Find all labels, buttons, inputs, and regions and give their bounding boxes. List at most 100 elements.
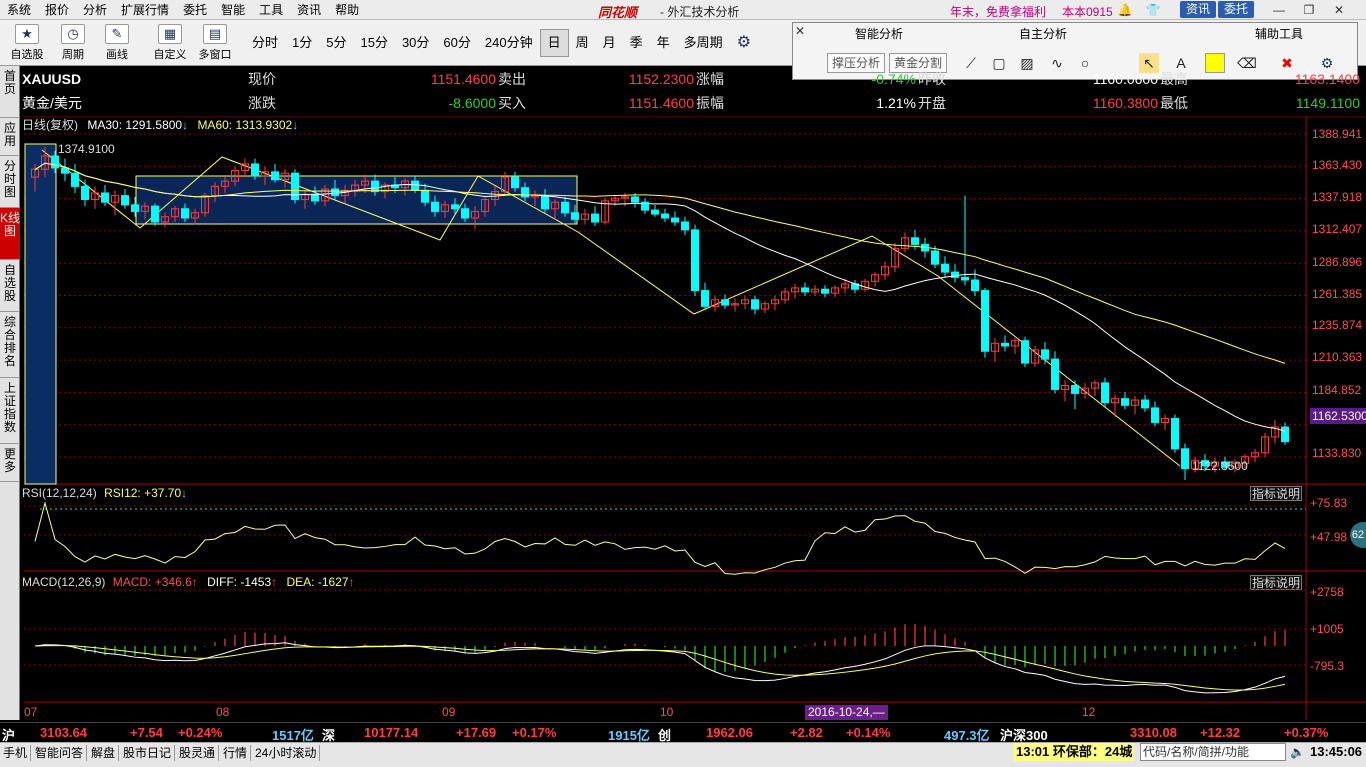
- legend-ma60: MA60: 1313.9302: [197, 118, 293, 132]
- tab-home-label: 首页: [3, 69, 16, 96]
- custom-icon: ▦: [158, 24, 182, 44]
- status-rolling[interactable]: 24小时滚动: [252, 745, 321, 761]
- trade-button[interactable]: 委托: [1218, 1, 1255, 18]
- draw-tool[interactable]: ✎ 画线: [98, 24, 136, 62]
- menu-order[interactable]: 委托: [176, 0, 214, 20]
- rsi-line: [34, 501, 1286, 575]
- candle-up: [281, 172, 289, 181]
- candle-down: [821, 288, 829, 294]
- period-year[interactable]: 年: [650, 30, 677, 56]
- candle-up: [811, 288, 819, 293]
- candle-down: [661, 213, 669, 219]
- period-quarter[interactable]: 季: [623, 30, 650, 56]
- status-qa[interactable]: 智能问答: [32, 745, 88, 761]
- panel-close-icon[interactable]: ✕: [793, 23, 807, 39]
- sh-pct: +0.24%: [178, 725, 223, 740]
- period-week[interactable]: 周: [569, 30, 596, 56]
- candle-down: [851, 283, 859, 290]
- period-30m[interactable]: 30分: [395, 30, 436, 56]
- code-search-input[interactable]: 代码/名称/简拼/功能: [1140, 743, 1286, 761]
- news-ticker[interactable]: 13:01 环保部：24城: [1014, 743, 1135, 761]
- candle-down: [371, 180, 379, 193]
- tab-watchlist[interactable]: 自选股: [0, 260, 20, 312]
- watchlist-tool[interactable]: ★ 自选股: [8, 24, 46, 62]
- status-mobile[interactable]: 手机: [0, 745, 32, 761]
- status-tong[interactable]: 股灵通: [176, 745, 220, 761]
- tab-timeshare[interactable]: 分时图: [0, 156, 20, 208]
- tab-timeshare-label: 分时图: [3, 159, 16, 199]
- menu-news[interactable]: 资讯: [290, 0, 328, 20]
- period-240m[interactable]: 240分钟: [478, 30, 540, 56]
- legend-period: 日线(复权): [22, 118, 78, 132]
- label-high: 最高: [1160, 71, 1188, 87]
- tab-apps[interactable]: 应用: [0, 118, 20, 156]
- candle-down: [981, 290, 989, 352]
- value-buy: 1151.4600: [628, 95, 694, 111]
- watchlist-tool-label: 自选股: [10, 49, 44, 61]
- close-icon[interactable]: ✕: [1330, 2, 1348, 18]
- menu-tools[interactable]: 工具: [252, 0, 290, 20]
- cy-change: +2.82: [790, 725, 823, 740]
- menu-quote[interactable]: 报价: [38, 0, 76, 20]
- candle-down: [941, 263, 949, 273]
- label-now: 现价: [248, 71, 276, 87]
- aux-tools-title[interactable]: 辅助工具: [1255, 25, 1303, 42]
- info-button[interactable]: 资讯: [1180, 1, 1217, 18]
- period-month[interactable]: 月: [596, 30, 623, 56]
- index-ticker-bar[interactable]: 沪 3103.64 +7.54 +0.24% 1517亿 深 10177.14 …: [0, 722, 1366, 743]
- custom-tool[interactable]: ▦ 自定义: [150, 24, 190, 62]
- restore-icon[interactable]: ❐: [1300, 2, 1318, 18]
- label-change: 涨跌: [248, 95, 276, 111]
- candle-up: [351, 184, 359, 191]
- macd-explain-button[interactable]: 指标说明: [1250, 575, 1302, 590]
- candle-down: [251, 163, 259, 177]
- multiwindow-tool[interactable]: ▤ 多窗口: [194, 24, 236, 62]
- period-multi[interactable]: 多周期: [677, 30, 730, 56]
- multiwindow-tool-label: 多窗口: [198, 49, 232, 61]
- period-60m[interactable]: 60分: [436, 30, 477, 56]
- speaker-icon[interactable]: 🔈: [1290, 743, 1305, 761]
- gear-icon[interactable]: ⚙: [730, 30, 758, 56]
- menu-help[interactable]: 帮助: [328, 0, 366, 20]
- rsi-explain-button[interactable]: 指标说明: [1250, 486, 1302, 501]
- period-5m[interactable]: 5分: [319, 30, 353, 56]
- rsi-name: RSI(12,12,24): [22, 486, 97, 500]
- value-open: 1160.3800: [1092, 95, 1158, 111]
- macd-axis-1: +1005: [1310, 622, 1344, 636]
- tab-kline[interactable]: K线图: [0, 208, 20, 260]
- shirt-icon[interactable]: 👕: [1144, 2, 1162, 18]
- self-analysis-title[interactable]: 自主分析: [1019, 25, 1067, 42]
- candle-up: [91, 192, 99, 201]
- tab-sh-index[interactable]: 上证指数: [0, 378, 20, 444]
- status-interpret[interactable]: 解盘: [88, 745, 120, 761]
- minimize-icon[interactable]: —: [1270, 2, 1288, 18]
- axis-label-5: 1261.385: [1312, 287, 1363, 301]
- candle-down: [71, 172, 79, 187]
- cycle-tool[interactable]: ◷ 周期: [54, 24, 92, 62]
- main-chart-legend: 日线(复权) MA30: 1291.5800↓ MA60: 1313.9302↓: [22, 118, 299, 132]
- cycle-tool-label: 周期: [62, 49, 84, 61]
- smart-analysis-title[interactable]: 智能分析: [855, 25, 903, 42]
- tab-more[interactable]: 更多: [0, 444, 20, 482]
- candle-down: [911, 237, 919, 245]
- menu-analysis[interactable]: 分析: [76, 0, 114, 20]
- axis-label-6: 1235.874: [1312, 318, 1363, 332]
- candle-down: [631, 196, 639, 203]
- period-15m[interactable]: 15分: [353, 30, 394, 56]
- rsi-badge[interactable]: 62: [1350, 522, 1366, 548]
- status-diary[interactable]: 股市日记: [120, 745, 176, 761]
- tab-ranking[interactable]: 综合排名: [0, 312, 20, 378]
- period-tick[interactable]: 分时: [245, 30, 285, 56]
- menu-system[interactable]: 系统: [0, 0, 38, 20]
- menu-smart[interactable]: 智能: [214, 0, 252, 20]
- bell-icon[interactable]: 🔔: [1116, 2, 1134, 18]
- promo-link[interactable]: 年末，免费拿福利: [950, 3, 1046, 20]
- candle-up: [231, 170, 239, 182]
- status-market[interactable]: 行情: [220, 745, 252, 761]
- period-1m[interactable]: 1分: [285, 30, 319, 56]
- period-day[interactable]: 日: [539, 29, 569, 57]
- menu-extended[interactable]: 扩展行情: [114, 0, 176, 20]
- candle-up: [1011, 340, 1019, 347]
- candle-up: [481, 199, 489, 212]
- tab-home[interactable]: 首页: [0, 66, 20, 118]
